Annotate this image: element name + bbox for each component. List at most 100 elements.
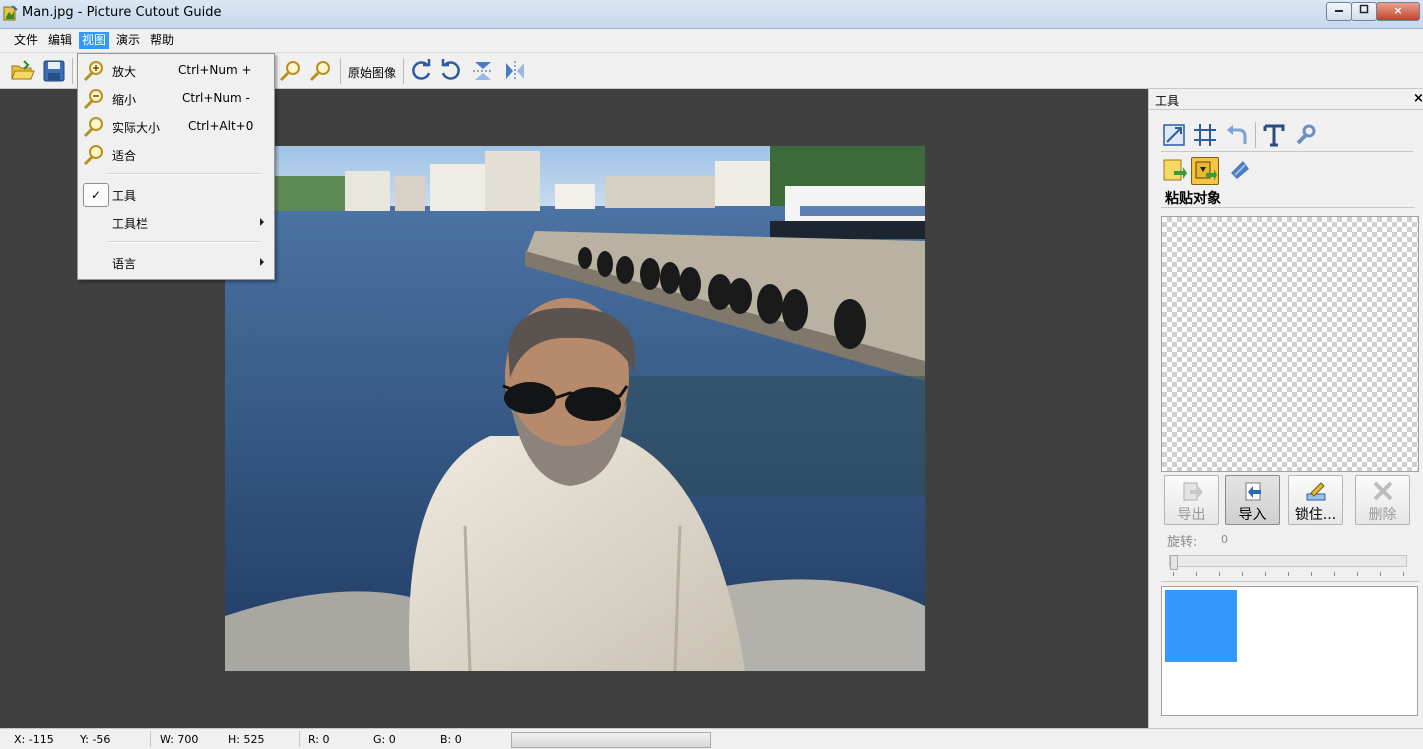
slider-tick (1334, 572, 1335, 576)
menu-demo[interactable]: 演示 (113, 32, 143, 49)
slider-tick (1219, 572, 1220, 576)
image-height: H: 525 (228, 733, 265, 746)
menu-item-label: 实际大小 (112, 121, 161, 135)
submenu-arrow-icon (260, 218, 264, 226)
menu-item-shortcut: Ctrl+Num + (178, 63, 252, 77)
check-icon: ✓ (83, 183, 109, 207)
paste-object-icon[interactable] (1191, 157, 1219, 185)
close-window-button[interactable]: × (1376, 2, 1420, 21)
slider-tick (1265, 572, 1266, 576)
minimize-icon (1335, 10, 1343, 12)
menu-item-label: 适合 (112, 149, 137, 163)
color-swatch-area (1161, 586, 1418, 716)
slider-tick (1288, 572, 1289, 576)
slider-tick (1173, 572, 1174, 576)
color-swatch[interactable] (1165, 590, 1237, 662)
menu-item-label: 语言 (112, 257, 137, 271)
slider-tick (1357, 572, 1358, 576)
lock-button[interactable]: 锁住... (1288, 475, 1343, 525)
menu-item-shortcut: Ctrl+Num - (182, 91, 250, 105)
rotate-clockwise-icon[interactable] (408, 58, 434, 84)
maximize-icon (1359, 4, 1369, 14)
fit-icon (83, 145, 103, 165)
export-button[interactable]: 导出 (1164, 475, 1219, 525)
button-label: 导入 (1238, 507, 1267, 523)
menu-item-toolbars[interactable]: 工具栏 (80, 209, 272, 235)
save-icon[interactable] (41, 58, 67, 84)
view-dropdown-menu: 放大 Ctrl+Num + 缩小 Ctrl+Num - 实际大小 Ctrl+Al… (77, 53, 275, 280)
cursor-y: Y: -56 (80, 733, 111, 746)
delete-button[interactable]: 删除 (1355, 475, 1410, 525)
minimize-button[interactable] (1326, 2, 1352, 21)
button-label: 删除 (1368, 507, 1397, 523)
tools-panel: 工具 × 粘贴对象 导出 导入 锁住... 删除 旋转: 0 (1148, 89, 1423, 728)
title-bar: Man.jpg - Picture Cutout Guide × (0, 0, 1423, 29)
paste-image-icon[interactable] (1161, 157, 1187, 183)
zoom-out-icon[interactable] (308, 58, 334, 84)
rotate-slider-thumb[interactable] (1170, 555, 1178, 570)
crop-grid-icon[interactable] (1192, 122, 1218, 148)
menu-item-label: 工具 (112, 189, 137, 203)
rotate-slider[interactable] (1169, 555, 1407, 567)
slider-tick (1403, 572, 1404, 576)
menu-item-label: 缩小 (112, 93, 137, 107)
menu-edit[interactable]: 编辑 (45, 32, 75, 49)
actual-size-icon (83, 117, 103, 137)
panel-title: 工具 (1155, 94, 1180, 108)
progress-bar (511, 732, 711, 748)
photo-man-sunglasses-harbor[interactable] (225, 146, 925, 671)
menu-item-zoom-out[interactable]: 缩小 Ctrl+Num - (80, 85, 272, 111)
zoom-out-icon (83, 89, 103, 109)
menu-item-label: 工具栏 (112, 217, 149, 231)
menu-item-actual-size[interactable]: 实际大小 Ctrl+Alt+0 (80, 113, 272, 139)
slider-tick (1380, 572, 1381, 576)
menu-item-language[interactable]: 语言 (80, 249, 272, 275)
image-width: W: 700 (160, 733, 199, 746)
pixel-red: R: 0 (308, 733, 330, 746)
cursor-x: X: -115 (14, 733, 54, 746)
rotate-label: 旋转: (1167, 535, 1198, 550)
pixel-blue: B: 0 (440, 733, 462, 746)
zoom-in-icon (83, 61, 103, 81)
panel-close-button[interactable]: × (1413, 91, 1423, 106)
maximize-button[interactable] (1351, 2, 1377, 21)
import-icon (1245, 482, 1261, 501)
paste-object-preview (1161, 216, 1419, 472)
menu-item-label: 放大 (112, 65, 137, 79)
menu-item-zoom-in[interactable]: 放大 Ctrl+Num + (80, 57, 272, 83)
wizard-hat-icon[interactable] (1227, 157, 1253, 183)
window-title: Man.jpg - Picture Cutout Guide (22, 5, 222, 20)
rotate-counterclockwise-icon[interactable] (438, 58, 464, 84)
zoom-in-icon[interactable] (278, 58, 304, 84)
wrench-icon[interactable] (1292, 122, 1318, 148)
delete-icon (1373, 481, 1393, 501)
text-tool-icon[interactable] (1261, 122, 1287, 148)
slider-tick (1196, 572, 1197, 576)
button-label: 锁住... (1294, 507, 1337, 523)
app-logo-icon (3, 5, 18, 21)
rotate-value: 0 (1221, 533, 1228, 546)
open-folder-icon[interactable] (9, 58, 35, 84)
flip-vertical-icon[interactable] (470, 58, 496, 84)
lock-edit-icon (1306, 482, 1326, 501)
original-image-button[interactable]: 原始图像 (348, 64, 396, 81)
resize-canvas-icon[interactable] (1161, 122, 1187, 148)
menu-help[interactable]: 帮助 (147, 32, 177, 49)
button-label: 导出 (1177, 507, 1206, 523)
menu-item-fit[interactable]: 适合 (80, 141, 272, 167)
menu-view[interactable]: 视图 (79, 32, 110, 49)
slider-tick (1242, 572, 1243, 576)
export-icon (1183, 482, 1203, 501)
section-label: 粘贴对象 (1165, 191, 1221, 207)
status-bar: X: -115 Y: -56 W: 700 H: 525 R: 0 G: 0 B… (0, 728, 1423, 749)
menu-bar: 文件 编辑 视图 演示 帮助 (0, 29, 1423, 53)
menu-item-shortcut: Ctrl+Alt+0 (188, 119, 254, 133)
menu-item-tools[interactable]: ✓ 工具 (80, 181, 272, 207)
undo-icon[interactable] (1223, 122, 1249, 148)
menu-file[interactable]: 文件 (11, 32, 41, 49)
slider-tick (1311, 572, 1312, 576)
import-button[interactable]: 导入 (1225, 475, 1280, 525)
pixel-green: G: 0 (373, 733, 396, 746)
submenu-arrow-icon (260, 258, 264, 266)
flip-horizontal-icon[interactable] (502, 58, 528, 84)
